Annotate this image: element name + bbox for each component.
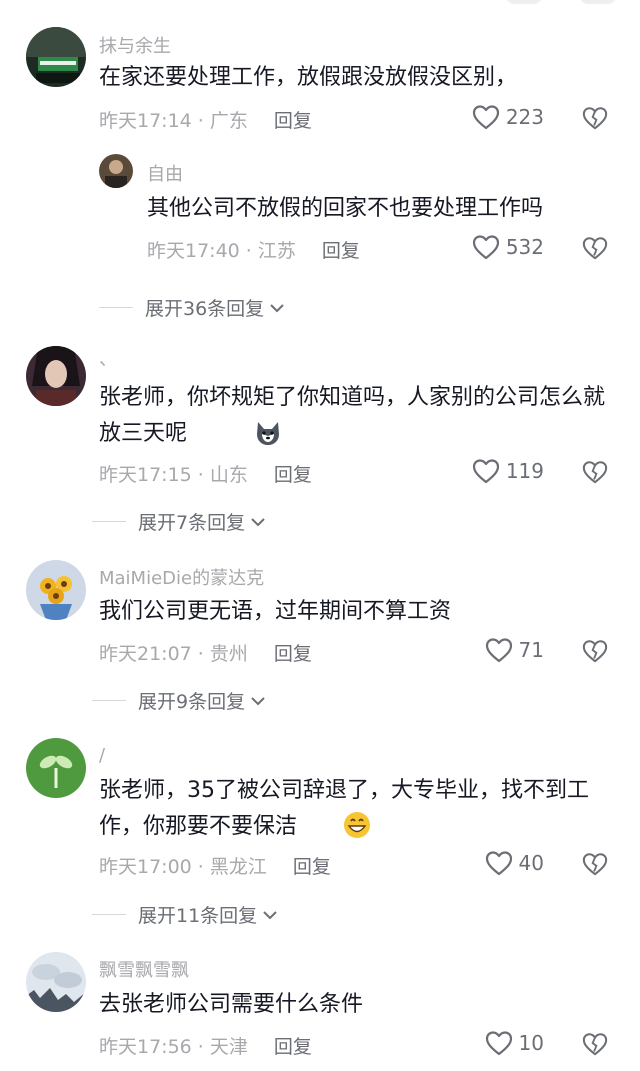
username[interactable]: 自由 — [147, 160, 183, 186]
reply-button[interactable]: 回复 — [274, 110, 312, 132]
broken-heart-icon[interactable] — [582, 459, 608, 485]
chevron-down-icon — [270, 303, 284, 312]
heart-outline-icon — [472, 235, 499, 260]
comment-location: 贵州 — [209, 643, 248, 665]
comment-meta: 昨天17:14 · 广东 回复 — [99, 106, 312, 133]
separator-dot: · — [197, 110, 204, 132]
comment-text: 在家还要处理工作，放假跟没放假没区别， — [99, 65, 518, 90]
comment-location: 山东 — [209, 464, 248, 486]
comment-meta: 昨天17:56 · 天津 回复 — [99, 1032, 312, 1059]
avatar[interactable] — [26, 952, 86, 1012]
like-count: 532 — [505, 235, 544, 259]
reply-text: 其他公司不放假的回家不也要处理工作吗 — [147, 196, 544, 221]
comment-text: 张老师，你坏规矩了你知道吗，人家别的公司怎么就放三天呢 — [99, 385, 606, 446]
username[interactable]: MaiMieDie的蒙达克 — [99, 564, 264, 590]
username[interactable]: 飘雪飘雪飘 — [99, 956, 189, 982]
divider-line — [92, 700, 126, 701]
divider-line — [92, 521, 126, 522]
broken-heart-icon[interactable] — [582, 1031, 608, 1057]
expand-replies-button[interactable]: 展开9条回复 — [92, 687, 267, 714]
expand-replies-button[interactable]: 展开11条回复 — [92, 901, 279, 928]
chevron-down-icon — [263, 910, 277, 919]
like-button[interactable]: 40 — [485, 850, 544, 876]
comment-list: 抹与余生 在家还要处理工作，放假跟没放假没区别， 昨天17:14 · 广东 回复 22… — [0, 0, 640, 1071]
heart-outline-icon — [485, 638, 512, 663]
comment-time: 昨天21:07 — [99, 643, 192, 665]
comment-location: 黑龙江 — [209, 856, 267, 878]
heart-outline-icon — [472, 105, 499, 130]
comment-location: 广东 — [209, 110, 248, 132]
expand-replies-button[interactable]: 展开36条回复 — [99, 294, 286, 321]
chevron-down-icon — [251, 696, 265, 705]
comment-text: 我们公司更无语，过年期间不算工资 — [99, 599, 452, 624]
broken-heart-icon[interactable] — [582, 851, 608, 877]
username[interactable]: / — [99, 745, 105, 766]
expand-label: 展开9条回复 — [138, 691, 246, 713]
broken-heart-icon[interactable] — [582, 638, 608, 664]
chevron-down-icon — [251, 517, 265, 526]
top-pill — [506, 0, 542, 4]
separator-dot: · — [197, 1036, 204, 1058]
expand-label: 展开11条回复 — [138, 905, 258, 927]
comment-meta: 昨天21:07 · 贵州 回复 — [99, 639, 312, 666]
comment-time: 昨天17:00 — [99, 856, 192, 878]
like-button[interactable]: 10 — [485, 1030, 544, 1056]
comment-time: 昨天17:14 — [99, 110, 192, 132]
comment-time: 昨天17:56 — [99, 1036, 192, 1058]
reply-button[interactable]: 回复 — [293, 856, 331, 878]
expand-replies-button[interactable]: 展开7条回复 — [92, 508, 267, 535]
avatar[interactable] — [99, 154, 133, 188]
top-pill — [580, 0, 616, 4]
reply-location: 江苏 — [257, 240, 296, 262]
comment-location: 天津 — [209, 1036, 248, 1058]
reply-button[interactable]: 回复 — [274, 643, 312, 665]
separator-dot: · — [197, 643, 204, 665]
comment-meta: 昨天17:00 · 黑龙江 回复 — [99, 852, 331, 879]
comment-time: 昨天17:15 — [99, 464, 192, 486]
reply-button[interactable]: 回复 — [322, 240, 360, 262]
like-button[interactable]: 532 — [472, 234, 544, 260]
broken-heart-icon[interactable] — [582, 105, 608, 131]
like-count: 40 — [518, 851, 544, 875]
expand-label: 展开7条回复 — [138, 512, 246, 534]
reply-button[interactable]: 回复 — [274, 1036, 312, 1058]
heart-outline-icon — [485, 851, 512, 876]
separator-dot: · — [245, 240, 252, 262]
comment-text: 去张老师公司需要什么条件 — [99, 992, 364, 1017]
like-count: 71 — [518, 638, 544, 662]
divider-line — [99, 307, 133, 308]
like-count: 119 — [505, 459, 544, 483]
divider-line — [92, 914, 126, 915]
husky-dog-emoji-icon — [257, 422, 279, 445]
reply-meta: 昨天17:40 · 江苏 回复 — [147, 236, 360, 263]
like-button[interactable]: 71 — [485, 637, 544, 663]
like-count: 10 — [518, 1031, 544, 1055]
like-count: 223 — [505, 105, 544, 129]
reply-time: 昨天17:40 — [147, 240, 240, 262]
separator-dot: · — [197, 856, 204, 878]
expand-label: 展开36条回复 — [145, 298, 265, 320]
comment-meta: 昨天17:15 · 山东 回复 — [99, 460, 312, 487]
broken-heart-icon[interactable] — [582, 235, 608, 261]
username[interactable]: 抹与余生 — [99, 32, 171, 58]
avatar[interactable] — [26, 346, 86, 406]
heart-outline-icon — [485, 1031, 512, 1056]
avatar[interactable] — [26, 738, 86, 798]
like-button[interactable]: 119 — [472, 458, 544, 484]
avatar[interactable] — [26, 560, 86, 620]
heart-outline-icon — [472, 459, 499, 484]
separator-dot: · — [197, 464, 204, 486]
avatar[interactable] — [26, 27, 86, 87]
username[interactable]: 、 — [99, 345, 117, 371]
grinning-face-emoji-icon — [344, 812, 370, 838]
like-button[interactable]: 223 — [472, 104, 544, 130]
reply-button[interactable]: 回复 — [274, 464, 312, 486]
